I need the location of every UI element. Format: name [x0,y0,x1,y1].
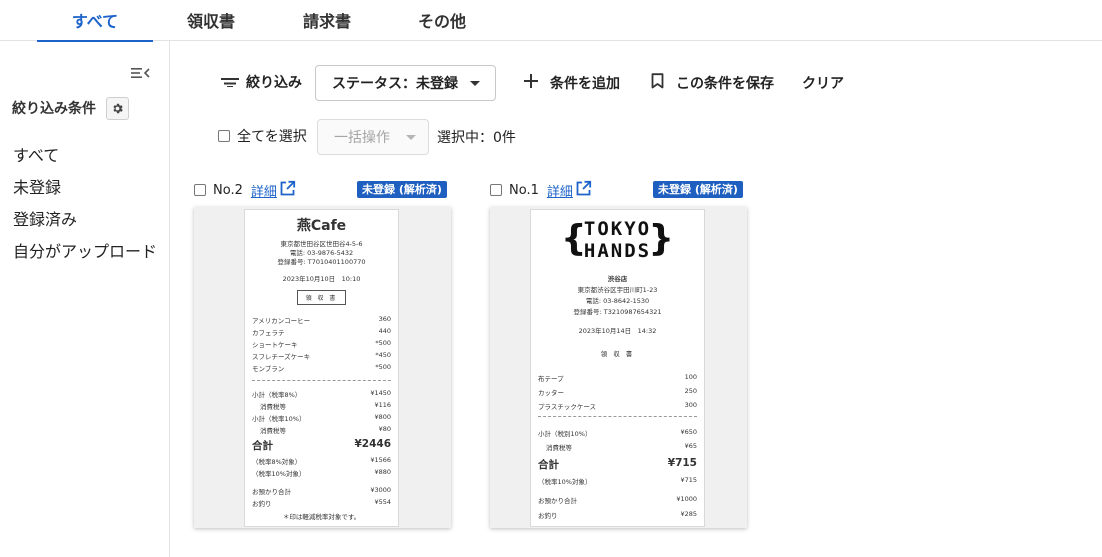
card-header: No.2 詳細 [194,180,296,201]
receipt-divider [538,416,697,417]
card-header: No.1 詳細 [490,180,592,201]
select-all-label: 全てを選択 [237,129,307,145]
receipt-doc-title: 領 収 書 [600,350,635,358]
tab-invoices[interactable]: 請求書 [274,0,380,41]
tokyo-hands-logo: { TOKYO HANDS } [561,218,674,262]
category-tabs: すべて 領収書 請求書 その他 [0,0,1102,42]
chevron-down-icon [470,81,480,86]
receipt-total: 合計 ¥715 [538,457,697,471]
filter-icon [220,73,240,91]
card-checkbox[interactable] [194,184,206,196]
card-number: No.2 [213,182,243,198]
sidebar-item-unregistered[interactable]: 未登録 [13,174,61,198]
filter-sidebar: 絞り込み条件 すべて 未登録 登録済み 自分がアップロード [0,41,170,557]
tab-other[interactable]: その他 [389,0,495,41]
receipt-line: お釣り ¥285 [538,510,697,520]
receipt-line: （税率10%対象） ¥880 [252,468,391,478]
add-condition-label: 条件を追加 [550,76,620,92]
status-badge: 未登録 (解析済) [357,181,447,198]
status-badge: 未登録 (解析済) [653,181,743,198]
sidebar-item-my-uploads[interactable]: 自分がアップロード [13,238,157,262]
detail-link[interactable]: 詳細 [251,181,277,200]
receipt-line: カフェラテ 440 [252,327,391,337]
receipt-line: 消費税等 ¥65 [546,442,697,452]
select-all[interactable]: 全てを選択 [218,126,307,146]
sidebar-item-registered[interactable]: 登録済み [13,206,77,230]
receipt-line: カッター 250 [538,387,697,397]
save-condition-button[interactable]: この条件を保存 [651,73,774,93]
receipt-line: 消費税等 ¥116 [260,401,391,411]
status-select[interactable]: ステータス：未登録 [315,65,496,101]
sidebar-item-all[interactable]: すべて [13,142,59,166]
receipt-phone: 電話: 03-8642-1530 [585,297,650,305]
receipt-divider [252,380,391,381]
receipt-total: 合計 ¥2446 [252,438,391,452]
receipt-datetime: 2023年10月10日 10:10 [282,275,361,283]
receipt-doc-title: 領 収 書 [245,290,398,305]
gear-icon[interactable] [106,97,129,120]
bookmark-icon [651,73,664,93]
chevron-down-icon [406,135,416,140]
collapse-sidebar-icon[interactable] [131,65,151,81]
card-checkbox[interactable] [490,184,502,196]
plus-icon [524,74,538,92]
receipt-line: 消費税等 ¥80 [260,425,391,435]
receipt-image: { TOKYO HANDS } 渋谷店 東京都渋谷区宇田川町1-23 電話: 0… [530,209,705,527]
selected-count: 選択中：0件 [437,130,516,146]
receipt-image: 燕Cafe 東京都世田谷区世田谷4-5-6 電話: 03-9876-5432 登… [244,209,399,527]
receipt-line: 小計（税率10%） ¥800 [252,413,391,423]
save-condition-label: この条件を保存 [676,76,774,92]
external-link-icon[interactable] [279,180,296,201]
receipt-line: お預かり合計 ¥1000 [538,495,697,505]
receipt-line: スフレチーズケーキ *450 [252,351,391,361]
receipt-line: プラスチックケース 300 [538,401,697,411]
receipt-registration: 登録番号: T7010401100770 [277,258,366,266]
receipt-line: モンブラン *500 [252,363,391,373]
receipt-datetime: 2023年10月14日 14:32 [578,327,657,335]
filter-label: 絞り込み [246,75,302,91]
add-condition-button[interactable]: 条件を追加 [524,73,620,93]
tab-receipts[interactable]: 領収書 [158,0,264,41]
receipt-line: 小計（税率8%） ¥1450 [252,389,391,399]
clear-label: クリア [802,76,844,92]
filter-conditions-heading: 絞り込み条件 [12,101,96,117]
tab-all[interactable]: すべて [37,0,153,42]
receipt-line: お釣り ¥554 [252,498,391,508]
filter-button[interactable]: 絞り込み [220,71,302,93]
receipt-line: お預かり合計 ¥3000 [252,486,391,496]
receipt-line: 小計（税別10%） ¥650 [538,428,697,438]
external-link-icon[interactable] [575,180,592,201]
receipt-line: （税率8%対象） ¥1566 [252,456,391,466]
receipt-registration: 登録番号: T3210987654321 [573,308,662,316]
card-number: No.1 [509,182,539,198]
receipt-thumbnail[interactable]: 燕Cafe 東京都世田谷区世田谷4-5-6 電話: 03-9876-5432 登… [194,207,451,528]
receipt-line: アメリカンコーヒー 360 [252,315,391,325]
status-select-value: ステータス：未登録 [332,76,458,92]
bulk-action-select[interactable]: 一括操作 [317,119,429,155]
receipt-line: 布テープ 100 [538,373,697,383]
detail-link[interactable]: 詳細 [547,181,573,200]
receipt-line: （税率10%対象） ¥715 [538,476,697,486]
receipt-branch: 渋谷店 [607,275,628,283]
bulk-action-placeholder: 一括操作 [334,130,390,146]
select-all-checkbox[interactable] [218,130,230,142]
clear-button[interactable]: クリア [802,73,844,93]
receipt-address: 東京都渋谷区宇田川町1-23 [577,286,658,294]
receipt-line: ショートケーキ *500 [252,339,391,349]
receipt-note: ＊印は軽減税率対象です。 [282,513,361,521]
receipt-thumbnail[interactable]: { TOKYO HANDS } 渋谷店 東京都渋谷区宇田川町1-23 電話: 0… [490,207,747,528]
receipt-store-name: 燕Cafe [296,218,347,234]
